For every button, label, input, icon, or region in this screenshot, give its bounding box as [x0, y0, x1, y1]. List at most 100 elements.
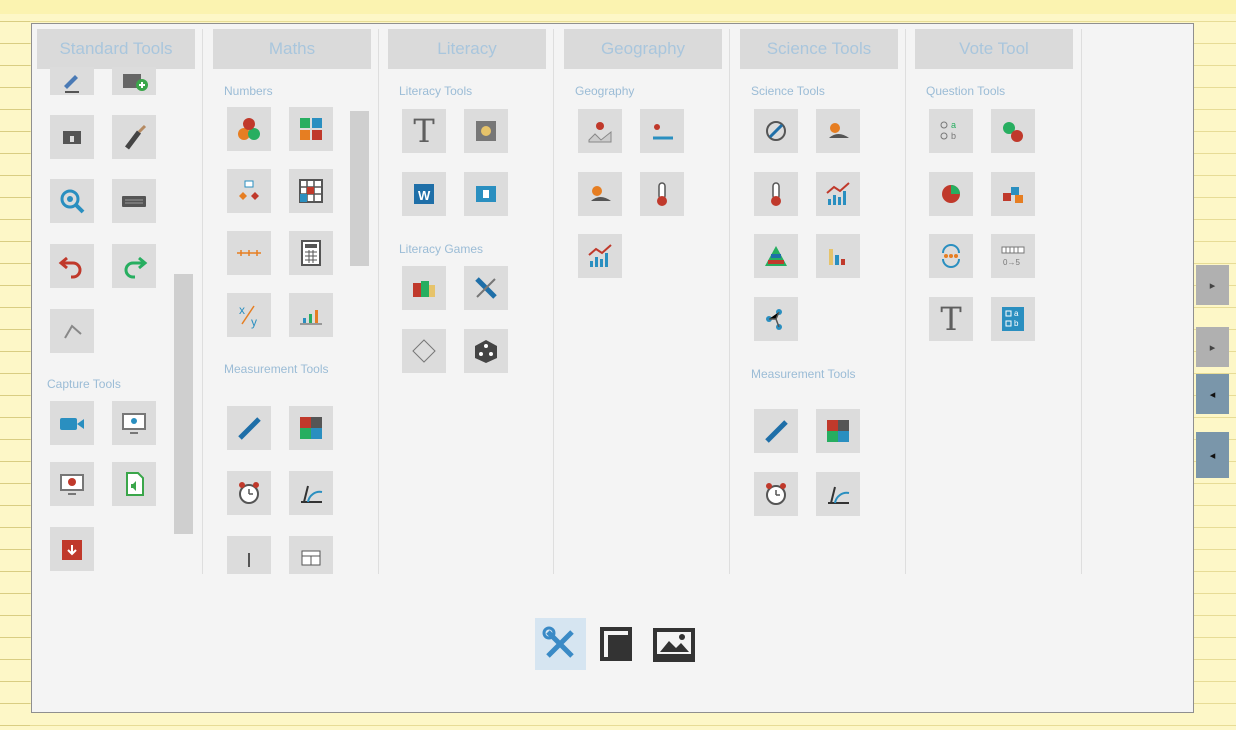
word-game-tool[interactable] — [402, 266, 446, 310]
person-map-icon — [653, 124, 673, 140]
calculator-tool[interactable] — [289, 231, 333, 275]
clock-tool-science[interactable] — [754, 472, 798, 516]
column-header-science-tools[interactable]: Science Tools — [740, 29, 898, 69]
number-balls-icon — [238, 118, 260, 140]
undo-tool[interactable] — [50, 244, 94, 288]
number-line-tool[interactable] — [227, 231, 271, 275]
maths-scrollbar[interactable] — [350, 111, 369, 266]
sound-file-tool[interactable] — [112, 462, 156, 506]
sequence-tool[interactable] — [929, 234, 973, 278]
side-tab-collapse-1[interactable]: ◂ — [1196, 374, 1229, 414]
fraction-icon: xy — [239, 303, 257, 329]
svg-text:b: b — [1014, 319, 1019, 328]
ruler-tool[interactable] — [227, 406, 271, 450]
clock-tool[interactable] — [227, 471, 271, 515]
video-capture-tool[interactable] — [50, 401, 94, 445]
protractor-icon — [301, 485, 323, 503]
protractor-tool[interactable] — [289, 471, 333, 515]
text-tool[interactable]: T — [402, 109, 446, 153]
window-view-button[interactable] — [592, 618, 643, 670]
image-view-button[interactable] — [648, 618, 699, 670]
data-chart-tool[interactable] — [289, 293, 333, 337]
weather-tool[interactable] — [578, 172, 622, 216]
screen-shade-icon — [63, 131, 81, 144]
compass-needle-icon — [766, 121, 786, 141]
hundred-square-tool[interactable] — [289, 169, 333, 213]
multiple-choice-tool[interactable]: ab — [929, 109, 973, 153]
column-header-maths[interactable]: Maths — [213, 29, 371, 69]
stopwatch-tool[interactable] — [754, 109, 798, 153]
pyramid-tool[interactable] — [754, 234, 798, 278]
dice-tool[interactable] — [464, 329, 508, 373]
shapes-tool[interactable] — [227, 169, 271, 213]
map-tool[interactable] — [578, 109, 622, 153]
weather-tool-science[interactable] — [816, 109, 860, 153]
operations-tool[interactable] — [289, 107, 333, 151]
keyboard-tool[interactable] — [112, 179, 156, 223]
check-cross-icon — [1003, 122, 1023, 142]
dot-plot-tool[interactable] — [816, 234, 860, 278]
scale-icon: 0→5 — [1001, 246, 1025, 267]
ruler-tool-science[interactable] — [754, 409, 798, 453]
lock-tool[interactable] — [464, 172, 508, 216]
tools-view-button[interactable] — [535, 618, 586, 670]
image-icon — [652, 628, 695, 662]
screen-shade-tool[interactable] — [50, 115, 94, 159]
protractor-icon — [828, 486, 850, 504]
safe-tool[interactable] — [464, 109, 508, 153]
letter-chain-icon — [475, 277, 497, 299]
magnifier-icon — [60, 189, 85, 214]
screen-capture-tool[interactable] — [112, 401, 156, 445]
blocks-tool[interactable] — [991, 172, 1035, 216]
ruler-icon — [238, 417, 261, 440]
section-label-geography: Geography — [575, 84, 635, 98]
thermometer-tool[interactable] — [640, 172, 684, 216]
section-label-measurement-tools: Measurement Tools — [224, 362, 329, 376]
scale-tool[interactable]: 0→5 — [991, 234, 1035, 278]
undo-icon — [58, 256, 82, 279]
text-answer-tool[interactable]: T — [929, 297, 973, 341]
fractions-tool[interactable]: xy — [227, 293, 271, 337]
svg-text:y: y — [251, 315, 257, 329]
graph-tool-science[interactable] — [816, 172, 860, 216]
crossword-tool[interactable] — [402, 329, 446, 373]
thermometer-tool-partial[interactable] — [227, 536, 271, 574]
unit-converter-tool[interactable] — [289, 406, 333, 450]
standard-tools-scrollbar[interactable] — [174, 274, 193, 534]
column-divider — [202, 29, 203, 574]
protractor-tool-science[interactable] — [816, 472, 860, 516]
graph-tool[interactable] — [578, 234, 622, 278]
side-tab-collapse-2[interactable]: ◂ — [1196, 432, 1229, 478]
word-tool[interactable]: W — [402, 172, 446, 216]
molecule-tool[interactable] — [754, 297, 798, 341]
unit-converter-tool-science[interactable] — [816, 409, 860, 453]
thermometer-tool-science[interactable] — [754, 172, 798, 216]
download-box-icon — [62, 540, 82, 560]
add-page-tool[interactable] — [112, 67, 156, 95]
pen-tool[interactable] — [50, 67, 94, 95]
column-header-standard-tools[interactable]: Standard Tools — [37, 29, 195, 69]
compass-tool[interactable] — [50, 309, 94, 353]
column-header-vote-tool[interactable]: Vote Tool — [915, 29, 1073, 69]
table-tool-partial[interactable] — [289, 536, 333, 574]
redo-tool[interactable] — [112, 244, 156, 288]
screen-record-tool[interactable] — [50, 462, 94, 506]
magnify-tool[interactable] — [50, 179, 94, 223]
section-label-science-measurement-tools: Measurement Tools — [751, 367, 856, 381]
checkbox-question-tool[interactable]: ab — [991, 297, 1035, 341]
alarm-clock-icon — [239, 482, 259, 504]
blocks-icon — [1003, 187, 1023, 203]
number-balls-tool[interactable] — [227, 107, 271, 151]
true-false-tool[interactable] — [991, 109, 1035, 153]
column-standard-tools: Standard Tools Capture Tools — [32, 29, 202, 574]
column-header-literacy[interactable]: Literacy — [388, 29, 546, 69]
column-header-geography[interactable]: Geography — [564, 29, 722, 69]
scrabble-tool[interactable] — [464, 266, 508, 310]
side-tab-expand-1[interactable]: ▸ — [1196, 265, 1229, 305]
location-tool[interactable] — [640, 109, 684, 153]
side-tab-expand-2[interactable]: ▸ — [1196, 327, 1229, 367]
column-vote-tool: Vote Tool Question Tools ab 0→5 T ab — [910, 29, 1080, 574]
percent-tool[interactable] — [929, 172, 973, 216]
spotlight-tool[interactable] — [112, 115, 156, 159]
export-tool[interactable] — [50, 527, 94, 571]
